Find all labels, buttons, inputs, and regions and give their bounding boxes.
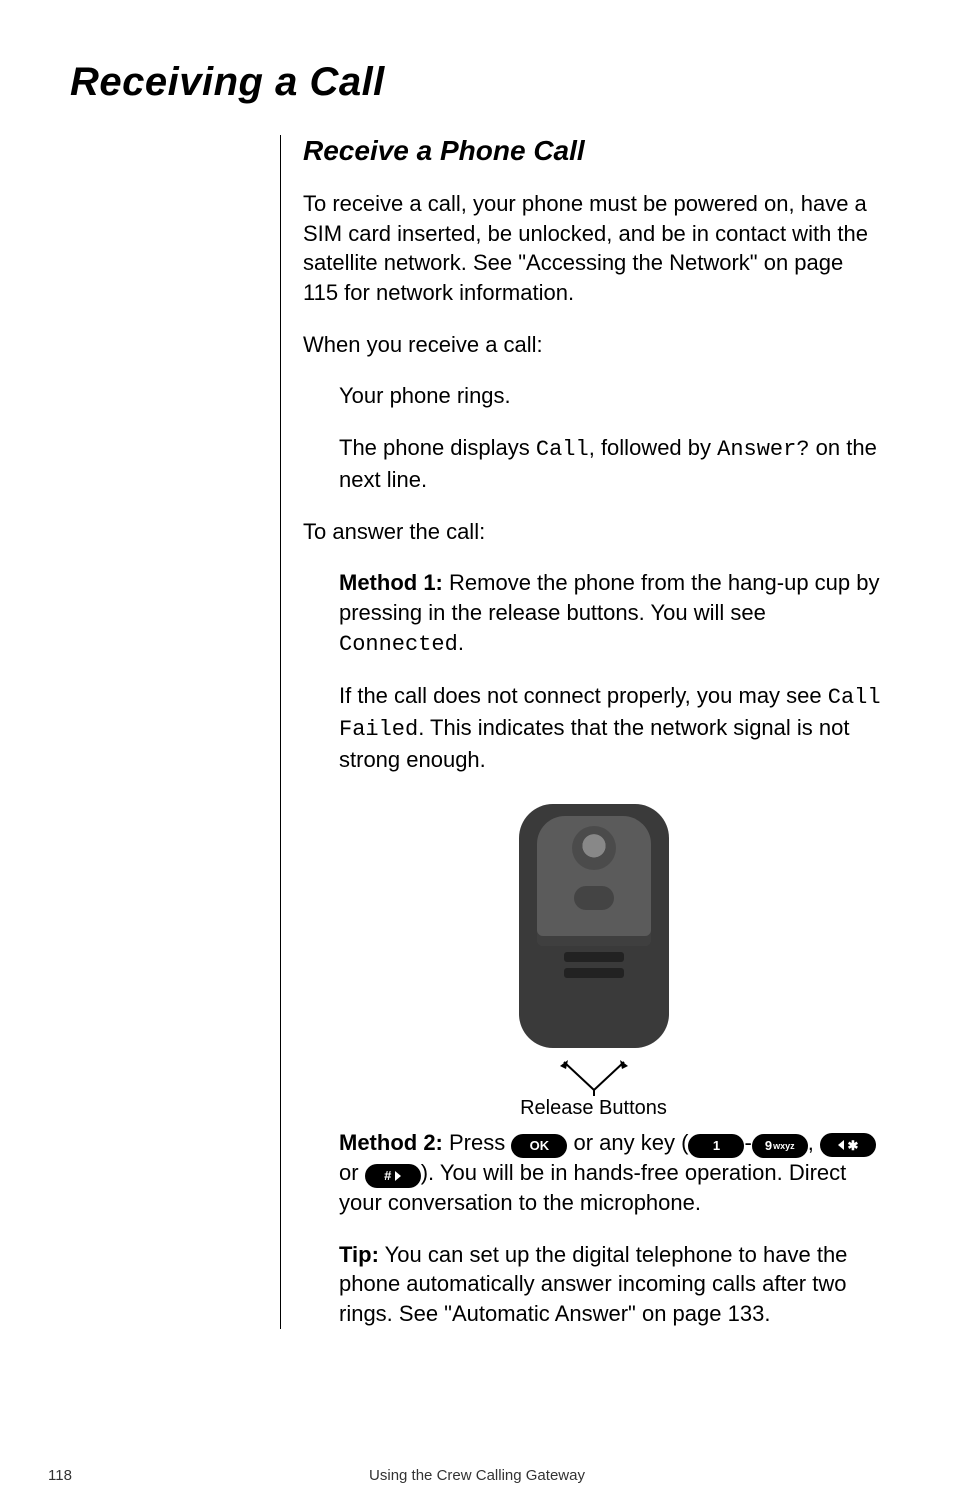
- method-1: Method 1: Remove the phone from the hang…: [339, 568, 884, 659]
- text: , followed by: [589, 435, 717, 460]
- display-connected-text: Connected: [339, 632, 458, 657]
- section-title: Receive a Phone Call: [303, 135, 884, 167]
- figure-caption: Release Buttons: [303, 1098, 884, 1118]
- device-illustration: [509, 796, 679, 1056]
- text-or: or: [339, 1160, 365, 1185]
- text: You can set up the digital telephone to …: [339, 1242, 847, 1326]
- display-call-text: Call: [536, 437, 589, 462]
- intro-paragraph: To receive a call, your phone must be po…: [303, 189, 884, 308]
- text: The phone displays: [339, 435, 536, 460]
- method-2: Method 2: Press OK or any key (1-9wxyz, …: [339, 1128, 884, 1217]
- main-column: Receive a Phone Call To receive a call, …: [280, 135, 884, 1329]
- text: .: [458, 630, 464, 655]
- page-title: Receiving a Call: [70, 60, 884, 105]
- bullet-rings: Your phone rings.: [339, 381, 884, 411]
- text: If the call does not connect properly, y…: [339, 683, 828, 708]
- fail-paragraph: If the call does not connect properly, y…: [339, 681, 884, 774]
- method2-label: Method 2:: [339, 1130, 443, 1155]
- tip-paragraph: Tip: You can set up the digital telephon…: [339, 1240, 884, 1329]
- hash-key-icon: #: [365, 1164, 421, 1188]
- footer-label: Using the Crew Calling Gateway: [369, 1467, 585, 1484]
- display-answer-text: Answer?: [717, 437, 809, 462]
- method1-label: Method 1:: [339, 570, 443, 595]
- star-key-icon: ✱: [820, 1133, 876, 1157]
- text-any-key: any key: [599, 1130, 681, 1155]
- tip-label: Tip:: [339, 1242, 379, 1267]
- text-or: or: [573, 1130, 599, 1155]
- nine-key-icon: 9wxyz: [752, 1134, 808, 1158]
- ok-key-icon: OK: [511, 1134, 567, 1158]
- one-key-icon: 1: [688, 1134, 744, 1158]
- callout-arrow-icon: [554, 1060, 634, 1096]
- text: (: [681, 1130, 688, 1155]
- page-number: 118: [48, 1467, 72, 1484]
- text: Press: [443, 1130, 511, 1155]
- device-figure: Release Buttons: [303, 796, 884, 1118]
- bullet-display: The phone displays Call, followed by Ans…: [339, 433, 884, 494]
- text: ): [421, 1160, 428, 1185]
- text: -: [744, 1130, 751, 1155]
- answer-label: To answer the call:: [303, 517, 884, 547]
- when-label: When you receive a call:: [303, 330, 884, 360]
- text: ,: [808, 1130, 820, 1155]
